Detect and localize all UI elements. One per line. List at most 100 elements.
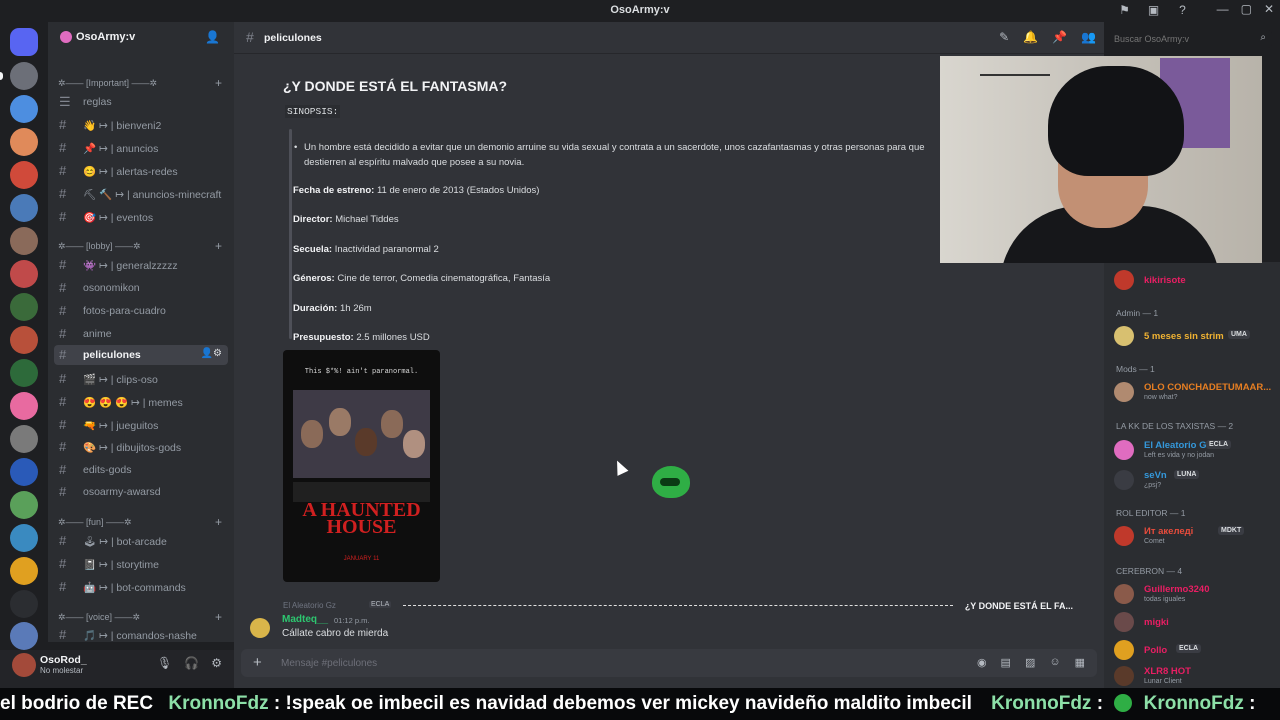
pin-icon[interactable]: 📌 <box>1052 30 1067 44</box>
add-member-icon[interactable]: 👤 <box>205 30 220 44</box>
server-icon[interactable] <box>10 62 38 90</box>
channel-anuncios[interactable]: # 📌 ↦ | anuncios <box>54 138 228 158</box>
server-icon[interactable] <box>10 557 38 585</box>
channel-memes[interactable]: # 😍 😍 😍 ↦ | memes <box>54 392 228 412</box>
threads-icon[interactable]: ✎ <box>999 30 1009 44</box>
channel-fotos-para-cuadro[interactable]: # fotos-para-cuadro <box>54 301 228 321</box>
member-item[interactable]: kikirisote <box>1112 268 1272 292</box>
server-icon[interactable] <box>10 392 38 420</box>
apps-icon[interactable]: ▦ <box>1075 656 1085 669</box>
server-icon[interactable] <box>10 359 38 387</box>
server-icon[interactable] <box>10 161 38 189</box>
server-icon[interactable] <box>10 260 38 288</box>
server-icon[interactable] <box>10 128 38 156</box>
channel-reglas[interactable]: ☰ reglas <box>54 92 228 112</box>
avatar[interactable] <box>250 618 270 638</box>
server-icon[interactable] <box>10 622 38 650</box>
member-item[interactable]: seVn LUNA ¿psj? <box>1112 468 1272 492</box>
microphone-icon[interactable]: 🎙 <box>157 656 172 670</box>
server-icon[interactable] <box>10 326 38 354</box>
ticker-username: KronnoFdz <box>168 693 269 714</box>
direct-messages-icon[interactable] <box>10 28 38 56</box>
server-icon[interactable] <box>10 227 38 255</box>
channel-edits-gods[interactable]: # edits-gods <box>54 460 228 480</box>
server-icon[interactable] <box>10 194 38 222</box>
maximize-icon[interactable]: ▢ <box>1241 2 1252 16</box>
member-item[interactable]: OLO CONCHADETUMAAR... now what? <box>1112 380 1272 404</box>
member-item[interactable]: 5 meses sin strim UMA <box>1112 324 1272 348</box>
message-input[interactable] <box>281 656 931 670</box>
member-item[interactable]: El Aleatorio Gz ECLA Left es vida y no j… <box>1112 438 1272 462</box>
channel-bot-commands[interactable]: # 🤖 ↦ | bot-commands <box>54 577 228 597</box>
channel-bienveni2[interactable]: # 👋 ↦ | bienveni2 <box>54 115 228 135</box>
guild-header[interactable]: OsoArmy:v 👤 <box>48 22 234 54</box>
emoji-icon[interactable]: ☺ <box>1049 656 1060 669</box>
gif-icon[interactable]: ▤ <box>1001 656 1011 669</box>
gift-icon[interactable]: ◉ <box>977 656 987 669</box>
member-item[interactable]: Ит акеледі MDKT Comet <box>1112 524 1272 548</box>
channel-comandos-nashe[interactable]: # 🎵 ↦ | comandos-nashe <box>54 625 228 645</box>
channel-osoarmy-awarsd[interactable]: # osoarmy-awarsd <box>54 482 228 502</box>
channel-anime[interactable]: # anime <box>54 324 228 344</box>
category-important[interactable]: ✲—— [Important] ——✲ <box>58 78 157 89</box>
hash-icon: # <box>59 394 67 409</box>
message-composer: + ◉ ▤ ▨ ☺ ▦ <box>241 649 1097 677</box>
server-icon[interactable] <box>10 425 38 453</box>
hash-icon: # <box>59 347 67 362</box>
message-author[interactable]: Madteq__ <box>282 614 328 625</box>
server-list <box>0 22 48 650</box>
reply-reference[interactable]: El Aleatorio Gz ECLA ¿Y DONDE ESTÁ EL FA… <box>283 598 1073 612</box>
member-item[interactable]: Guillermo3240 todas iguales <box>1112 582 1272 606</box>
category-fun[interactable]: ✲—— [fun] ——✲ <box>58 517 132 528</box>
gear-icon[interactable]: ⚙ <box>211 656 222 670</box>
movie-field-sequel: Secuela: Inactividad paranormal 2 <box>293 244 439 255</box>
members-icon[interactable]: 👥 <box>1081 30 1096 44</box>
add-attachment-icon[interactable]: + <box>253 654 262 671</box>
headphones-icon[interactable]: 🎧 <box>184 656 199 670</box>
bell-icon[interactable]: 🔔 <box>1023 30 1038 44</box>
add-channel-icon[interactable]: + <box>215 515 222 529</box>
help-icon[interactable]: ? <box>1175 3 1190 18</box>
channel-label: 🎯 ↦ | eventos <box>83 212 154 224</box>
channel-jueguitos[interactable]: # 🔫 ↦ | jueguitos <box>54 415 228 435</box>
inbox-icon[interactable]: ⚑ <box>1117 3 1132 18</box>
server-icon[interactable] <box>10 491 38 519</box>
channel-bot-arcade[interactable]: # 🕹 ↦ | bot-arcade <box>54 531 228 551</box>
server-icon[interactable] <box>10 458 38 486</box>
channel-generalzzzzz[interactable]: # 👾 ↦ | generalzzzzz <box>54 255 228 275</box>
channel-clips-oso[interactable]: # 🎬 ↦ | clips-oso <box>54 369 228 389</box>
channel-peliculones[interactable]: # peliculones 👤⚙ <box>54 345 228 365</box>
category-lobby[interactable]: ✲—— [lobby] ——✲ <box>58 241 141 252</box>
hash-icon: # <box>59 417 67 432</box>
member-item[interactable]: XLR8 HOT Lunar Client <box>1112 664 1272 688</box>
screen-share-icon[interactable]: ▣ <box>1146 3 1161 18</box>
channel-settings-icon[interactable]: 👤⚙ <box>201 348 222 359</box>
add-channel-icon[interactable]: + <box>215 610 222 624</box>
add-channel-icon[interactable]: + <box>215 239 222 253</box>
member-badge: UMA <box>1228 330 1250 339</box>
search-input[interactable] <box>1114 32 1254 46</box>
server-icon[interactable] <box>10 293 38 321</box>
channel-storytime[interactable]: # 📓 ↦ | storytime <box>54 554 228 574</box>
channel-alertas-redes[interactable]: # 😊 ↦ | alertas-redes <box>54 161 228 181</box>
channel-anuncios-minecraft[interactable]: # ⛏ 🔨 ↦ | anuncios-minecraft <box>54 184 228 204</box>
minimize-icon[interactable]: — <box>1217 2 1229 16</box>
field-value: Inactividad paranormal 2 <box>334 244 439 255</box>
hash-icon: # <box>59 484 67 499</box>
channel-osonomikon[interactable]: # osonomikon <box>54 278 228 298</box>
server-icon[interactable] <box>10 95 38 123</box>
member-item[interactable]: Pollo ECLA <box>1112 638 1272 662</box>
sticker-icon[interactable]: ▨ <box>1025 656 1035 669</box>
member-item[interactable]: migki <box>1112 610 1272 634</box>
avatar[interactable] <box>12 653 36 677</box>
server-icon[interactable] <box>10 590 38 618</box>
channel-label: 📌 ↦ | anuncios <box>83 143 159 155</box>
movie-poster[interactable]: This $*%! ain't paranormal. A HAUNTED HO… <box>283 350 440 582</box>
search-icon[interactable]: ⌕ <box>1260 32 1266 43</box>
add-channel-icon[interactable]: + <box>215 76 222 90</box>
category-voice[interactable]: ✲—— [voice] ——✲ <box>58 612 140 623</box>
channel-eventos[interactable]: # 🎯 ↦ | eventos <box>54 207 228 227</box>
close-icon[interactable]: ✕ <box>1264 2 1274 16</box>
channel-dibujitos-gods[interactable]: # 🎨 ↦ | dibujitos-gods <box>54 437 228 457</box>
server-icon[interactable] <box>10 524 38 552</box>
